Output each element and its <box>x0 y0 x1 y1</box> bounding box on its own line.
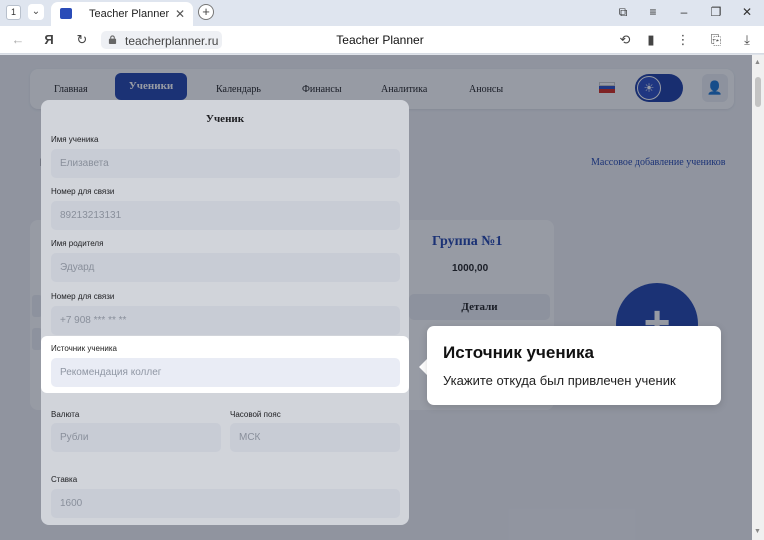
tour-backdrop <box>0 55 752 540</box>
download-icon[interactable]: ⤓ <box>739 32 755 48</box>
browser-tab[interactable]: Teacher Planner ✕ <box>51 2 193 26</box>
tab-counter[interactable]: 1 <box>6 5 21 20</box>
reader-icon[interactable]: ⎘ <box>708 32 724 48</box>
tab-title: Teacher Planner <box>89 8 170 20</box>
scroll-down-icon[interactable]: ▼ <box>754 528 761 535</box>
chevron-down-icon[interactable]: ⌄ <box>28 4 44 20</box>
url-text: teacherplanner.ru <box>125 34 219 48</box>
lock-icon <box>108 35 117 44</box>
close-window-icon[interactable]: ✕ <box>739 5 755 19</box>
more-icon[interactable]: ⋮ <box>675 32 691 48</box>
tour-tooltip: Источник ученика Укажите откуда был прив… <box>427 326 721 405</box>
tooltip-text: Укажите откуда был привлечен ученик <box>443 373 676 388</box>
collections-icon[interactable]: ⧉ <box>615 5 631 20</box>
tooltip-title: Источник ученика <box>443 343 595 362</box>
source-label: Источник ученика <box>51 344 118 353</box>
yandex-icon[interactable]: Я <box>41 32 57 47</box>
scroll-up-icon[interactable]: ▲ <box>754 59 761 66</box>
menu-icon[interactable]: ≡ <box>645 5 661 19</box>
page-viewport: Главная Ученики Календарь Финансы Аналит… <box>0 55 752 540</box>
restore-icon[interactable]: ❐ <box>708 5 724 19</box>
reload-icon[interactable]: ↻ <box>74 32 90 48</box>
minimize-icon[interactable]: – <box>676 5 692 19</box>
translate-icon[interactable]: ⟲ <box>617 32 633 48</box>
scrollbar[interactable]: ▲ ▼ <box>752 55 764 540</box>
source-field-spotlight: Источник ученика Рекомендация коллег <box>41 336 409 393</box>
url-field[interactable]: teacherplanner.ru <box>101 31 222 49</box>
browser-tab-bar: 1 ⌄ Teacher Planner ✕ + ⧉ ≡ – ❐ ✕ <box>0 0 764 26</box>
back-icon[interactable]: ← <box>10 32 26 47</box>
scroll-thumb[interactable] <box>755 77 761 107</box>
page-title: Teacher Planner <box>336 33 424 47</box>
address-bar: ← Я ↻ teacherplanner.ru Teacher Planner … <box>0 26 764 54</box>
site-favicon-icon <box>60 8 72 19</box>
source-input[interactable]: Рекомендация коллег <box>51 358 400 387</box>
bookmark-icon[interactable]: ▮ <box>643 32 659 48</box>
close-icon[interactable]: ✕ <box>175 7 185 21</box>
new-tab-button[interactable]: + <box>198 4 214 20</box>
